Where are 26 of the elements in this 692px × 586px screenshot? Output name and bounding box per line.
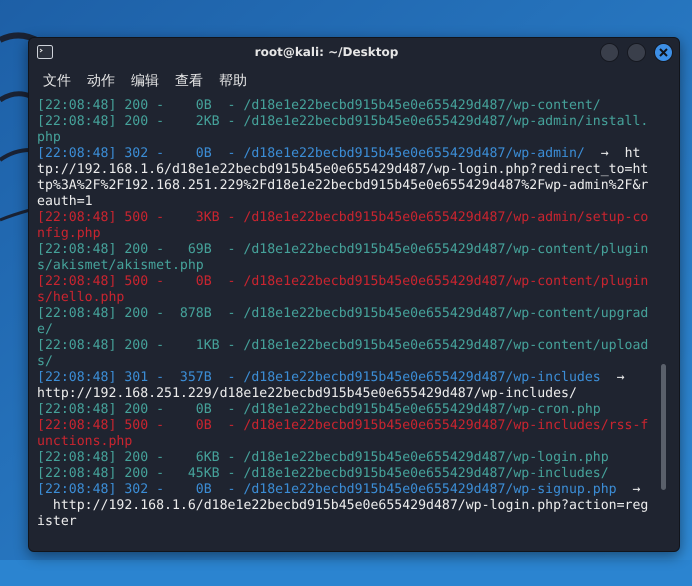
log-line: [22:08:48] 500 - 0B - /d18e1e22becbd915b45e0e655429d487/wp-includes/rss-functions.php [37, 418, 648, 449]
log-line: [22:08:48] 200 - 878B - /d18e1e22becbd915b45e0e655429d487/wp-content/upgrade/ [37, 306, 648, 337]
log-line: [22:08:48] 500 - 3KB - /d18e1e22becbd915b45e0e655429d487/wp-admin/setup-config.php [37, 210, 648, 241]
log-line: [22:08:48] 200 - 0B - /d18e1e22becbd915b45e0e655429d487/wp-content/ [37, 98, 601, 113]
menu-item[interactable]: 编辑 [125, 70, 165, 92]
scrollbar-thumb[interactable] [661, 364, 666, 490]
log-line: [22:08:48] 200 - 45KB - /d18e1e22becbd915b45e0e655429d487/wp-includes/ [37, 466, 609, 481]
log-line: [22:08:48] 200 - 69B - /d18e1e22becbd915b45e0e655429d487/wp-content/plugins/akismet/akismet.php [37, 242, 648, 273]
menu-item[interactable]: 动作 [81, 70, 121, 92]
close-icon [659, 48, 668, 56]
log-line: [22:08:48] 200 - 2KB - /d18e1e22becbd915b45e0e655429d487/wp-admin/install.php [37, 114, 648, 145]
log-line: [22:08:48] 200 - 6KB - /d18e1e22becbd915b45e0e655429d487/wp-login.php [37, 450, 609, 465]
menu-item[interactable]: 查看 [169, 70, 209, 92]
minimize-button[interactable] [600, 42, 619, 62]
window-title: root@kali: ~/Desktop [254, 45, 400, 59]
close-button[interactable] [654, 42, 673, 62]
log-line: [22:08:48] 302 - 0B - /d18e1e22becbd915b45e0e655429d487/wp-signup.php → http://192.168.1.6/d18e1e22becbd915b45e0e655429d487/wp-login.php?action=register [37, 482, 648, 530]
log-line: [22:08:48] 200 - 0B - /d18e1e22becbd915b45e0e655429d487/wp-cron.php [37, 402, 601, 417]
log-line: [22:08:48] 500 - 0B - /d18e1e22becbd915b45e0e655429d487/wp-content/plugins/hello.php [37, 274, 648, 305]
log-line: [22:08:48] 301 - 357B - /d18e1e22becbd915b45e0e655429d487/wp-includes → http://192.168.251.229/d18e1e22becbd915b45e0e655429d487/wp-includes/ [37, 370, 626, 402]
maximize-button[interactable] [627, 42, 646, 62]
terminal-icon [37, 45, 53, 59]
log-line: [22:08:48] 302 - 0B - /d18e1e22becbd915b45e0e655429d487/wp-admin/ → http://192.168.1.6/d18e1e22becbd915b45e0e655429d487/wp-login.php?redirect_to=http%3A%2F%2F192.168.251.229%2Fd18e1e22becbd915b45e0e655429d487%2Fwp-admin%2F&reauth=1 [37, 146, 648, 210]
log-line: [22:08:48] 200 - 1KB - /d18e1e22becbd915b45e0e655429d487/wp-content/uploads/ [37, 338, 648, 369]
menu-item[interactable]: 文件 [37, 70, 77, 92]
menu-item[interactable]: 帮助 [213, 70, 253, 92]
